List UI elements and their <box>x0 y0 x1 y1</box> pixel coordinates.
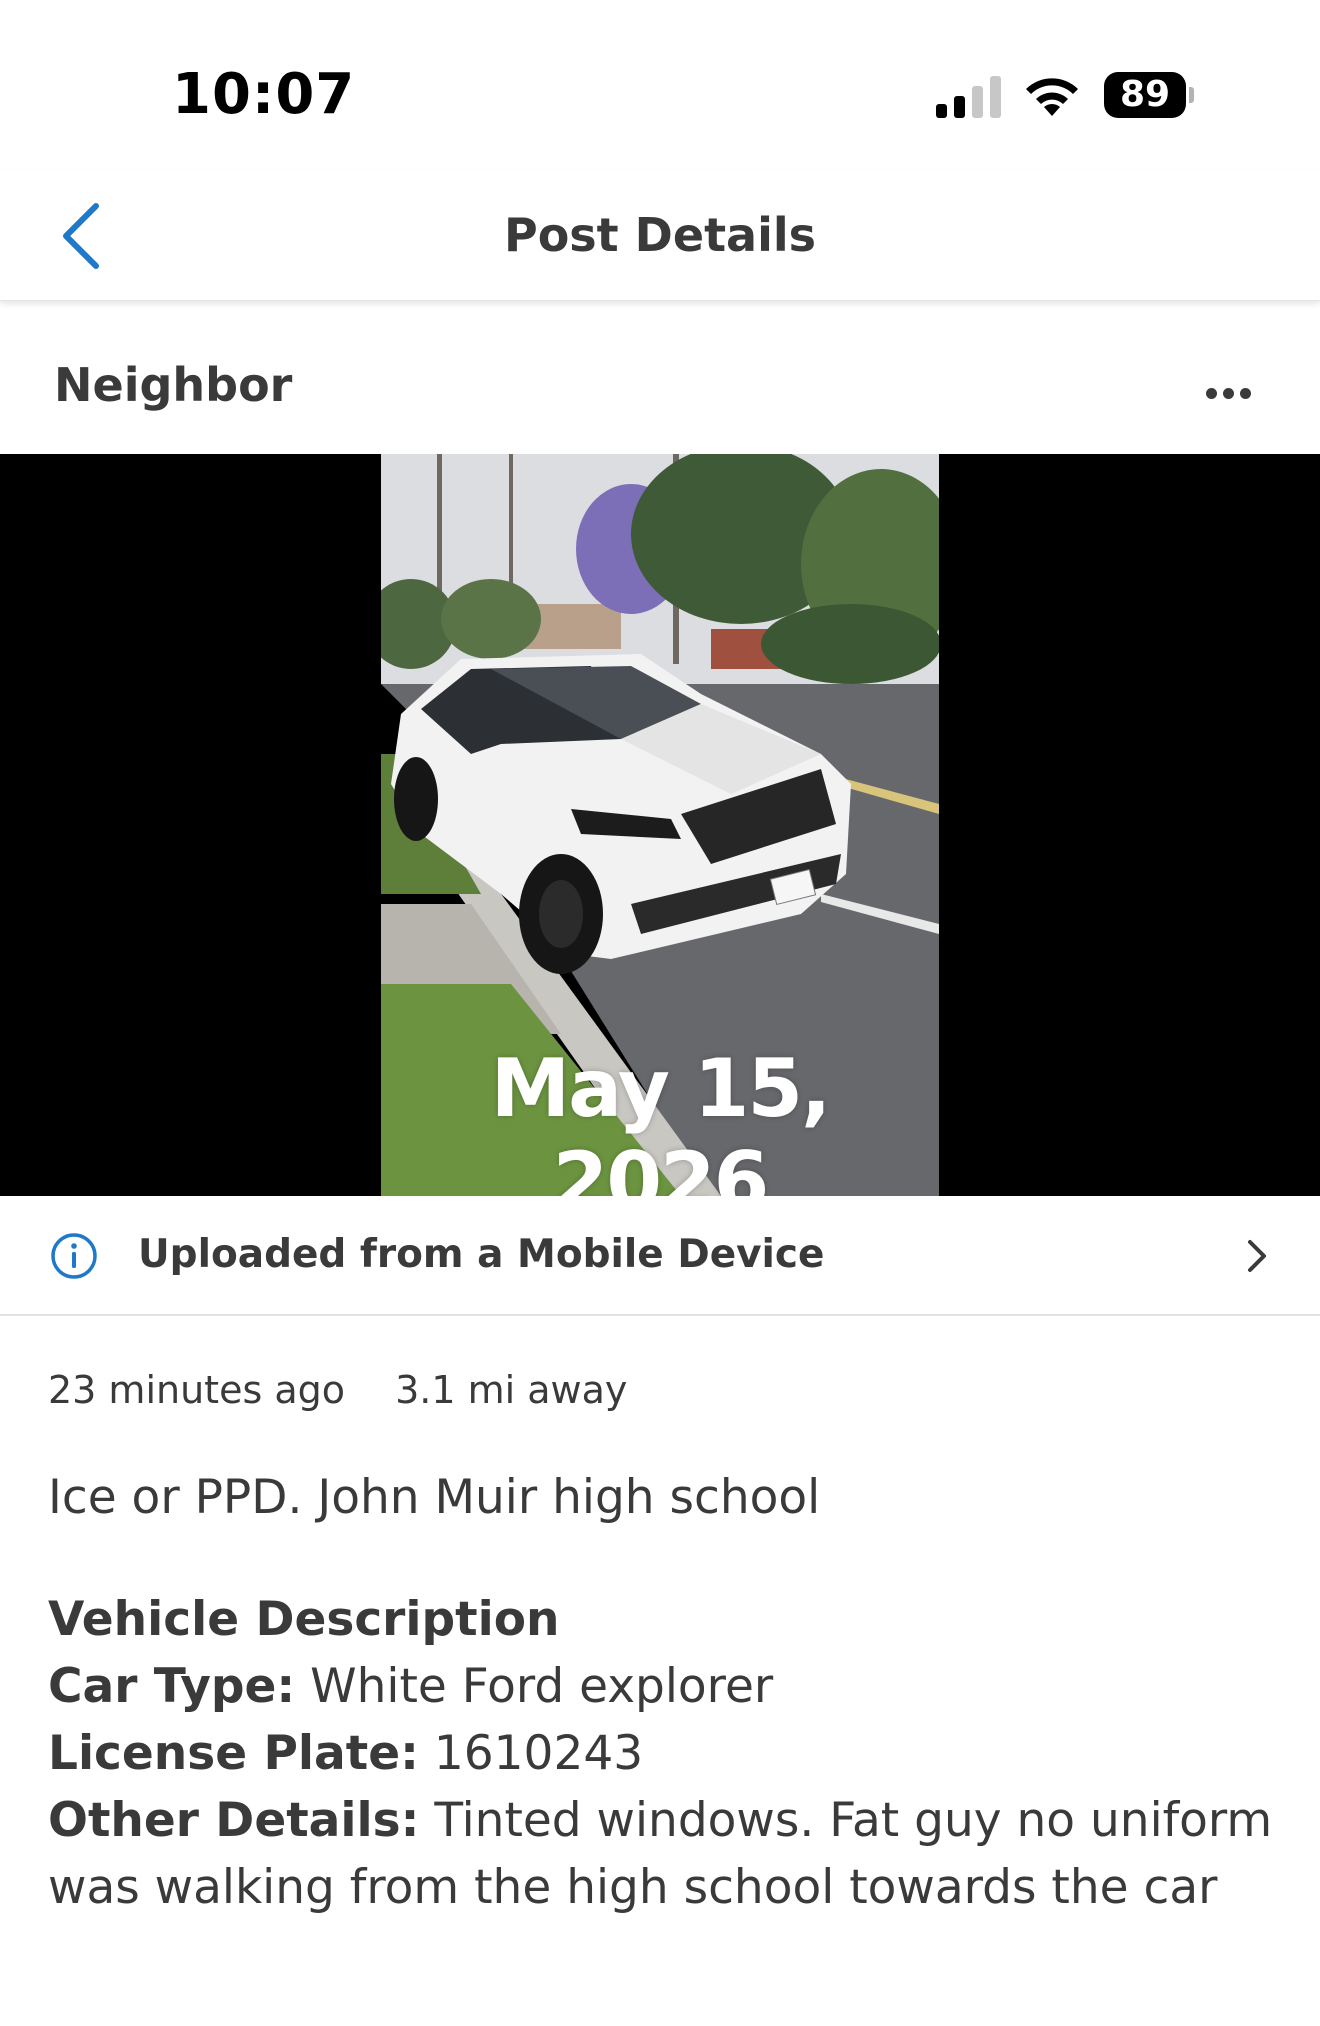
car-type-line: Car Type: White Ford explorer <box>48 1653 1278 1720</box>
chevron-right-icon <box>1248 1240 1266 1272</box>
car-type-value: White Ford explorer <box>310 1659 774 1714</box>
page-title: Post Details <box>503 208 817 262</box>
license-plate-line: License Plate: 1610243 <box>48 1720 1278 1787</box>
vehicle-description-heading: Vehicle Description <box>48 1592 560 1647</box>
photo-date-overlay: May 15, 2026 <box>490 1042 832 1196</box>
wifi-icon <box>1026 78 1078 116</box>
upload-info-row[interactable]: Uploaded from a Mobile Device <box>0 1196 1320 1316</box>
upload-info-label: Uploaded from a Mobile Device <box>138 1232 825 1277</box>
info-icon <box>51 1233 97 1279</box>
post-meta: 23 minutes ago 3.1 mi away <box>48 1368 665 1412</box>
status-bar: 10:07 89 <box>0 0 1320 170</box>
status-time: 10:07 <box>172 62 356 127</box>
cellular-signal-icon <box>936 74 1002 118</box>
author-name: Neighbor <box>54 358 293 412</box>
post-media: May 15, 2026 <box>0 454 1320 1196</box>
license-plate-value: 1610243 <box>433 1726 644 1781</box>
post-header: Neighbor <box>0 300 1320 454</box>
post-text: Ice or PPD. John Muir high school <box>48 1470 821 1525</box>
other-details-line: Other Details: Tinted windows. Fat guy n… <box>48 1787 1278 1921</box>
battery-icon: 89 <box>1104 72 1194 118</box>
license-plate-label: License Plate: <box>48 1726 419 1781</box>
other-details-label: Other Details: <box>48 1793 420 1848</box>
more-options-button[interactable] <box>1196 370 1260 420</box>
battery-level: 89 <box>1104 72 1186 118</box>
vehicle-description: Vehicle Description Car Type: White Ford… <box>48 1586 1278 1921</box>
post-time-ago: 23 minutes ago <box>48 1368 345 1412</box>
nav-bar: Post Details <box>0 170 1320 301</box>
post-photo[interactable]: May 15, 2026 <box>381 454 939 1196</box>
car-type-label: Car Type: <box>48 1659 296 1714</box>
post-distance: 3.1 mi away <box>395 1368 628 1412</box>
